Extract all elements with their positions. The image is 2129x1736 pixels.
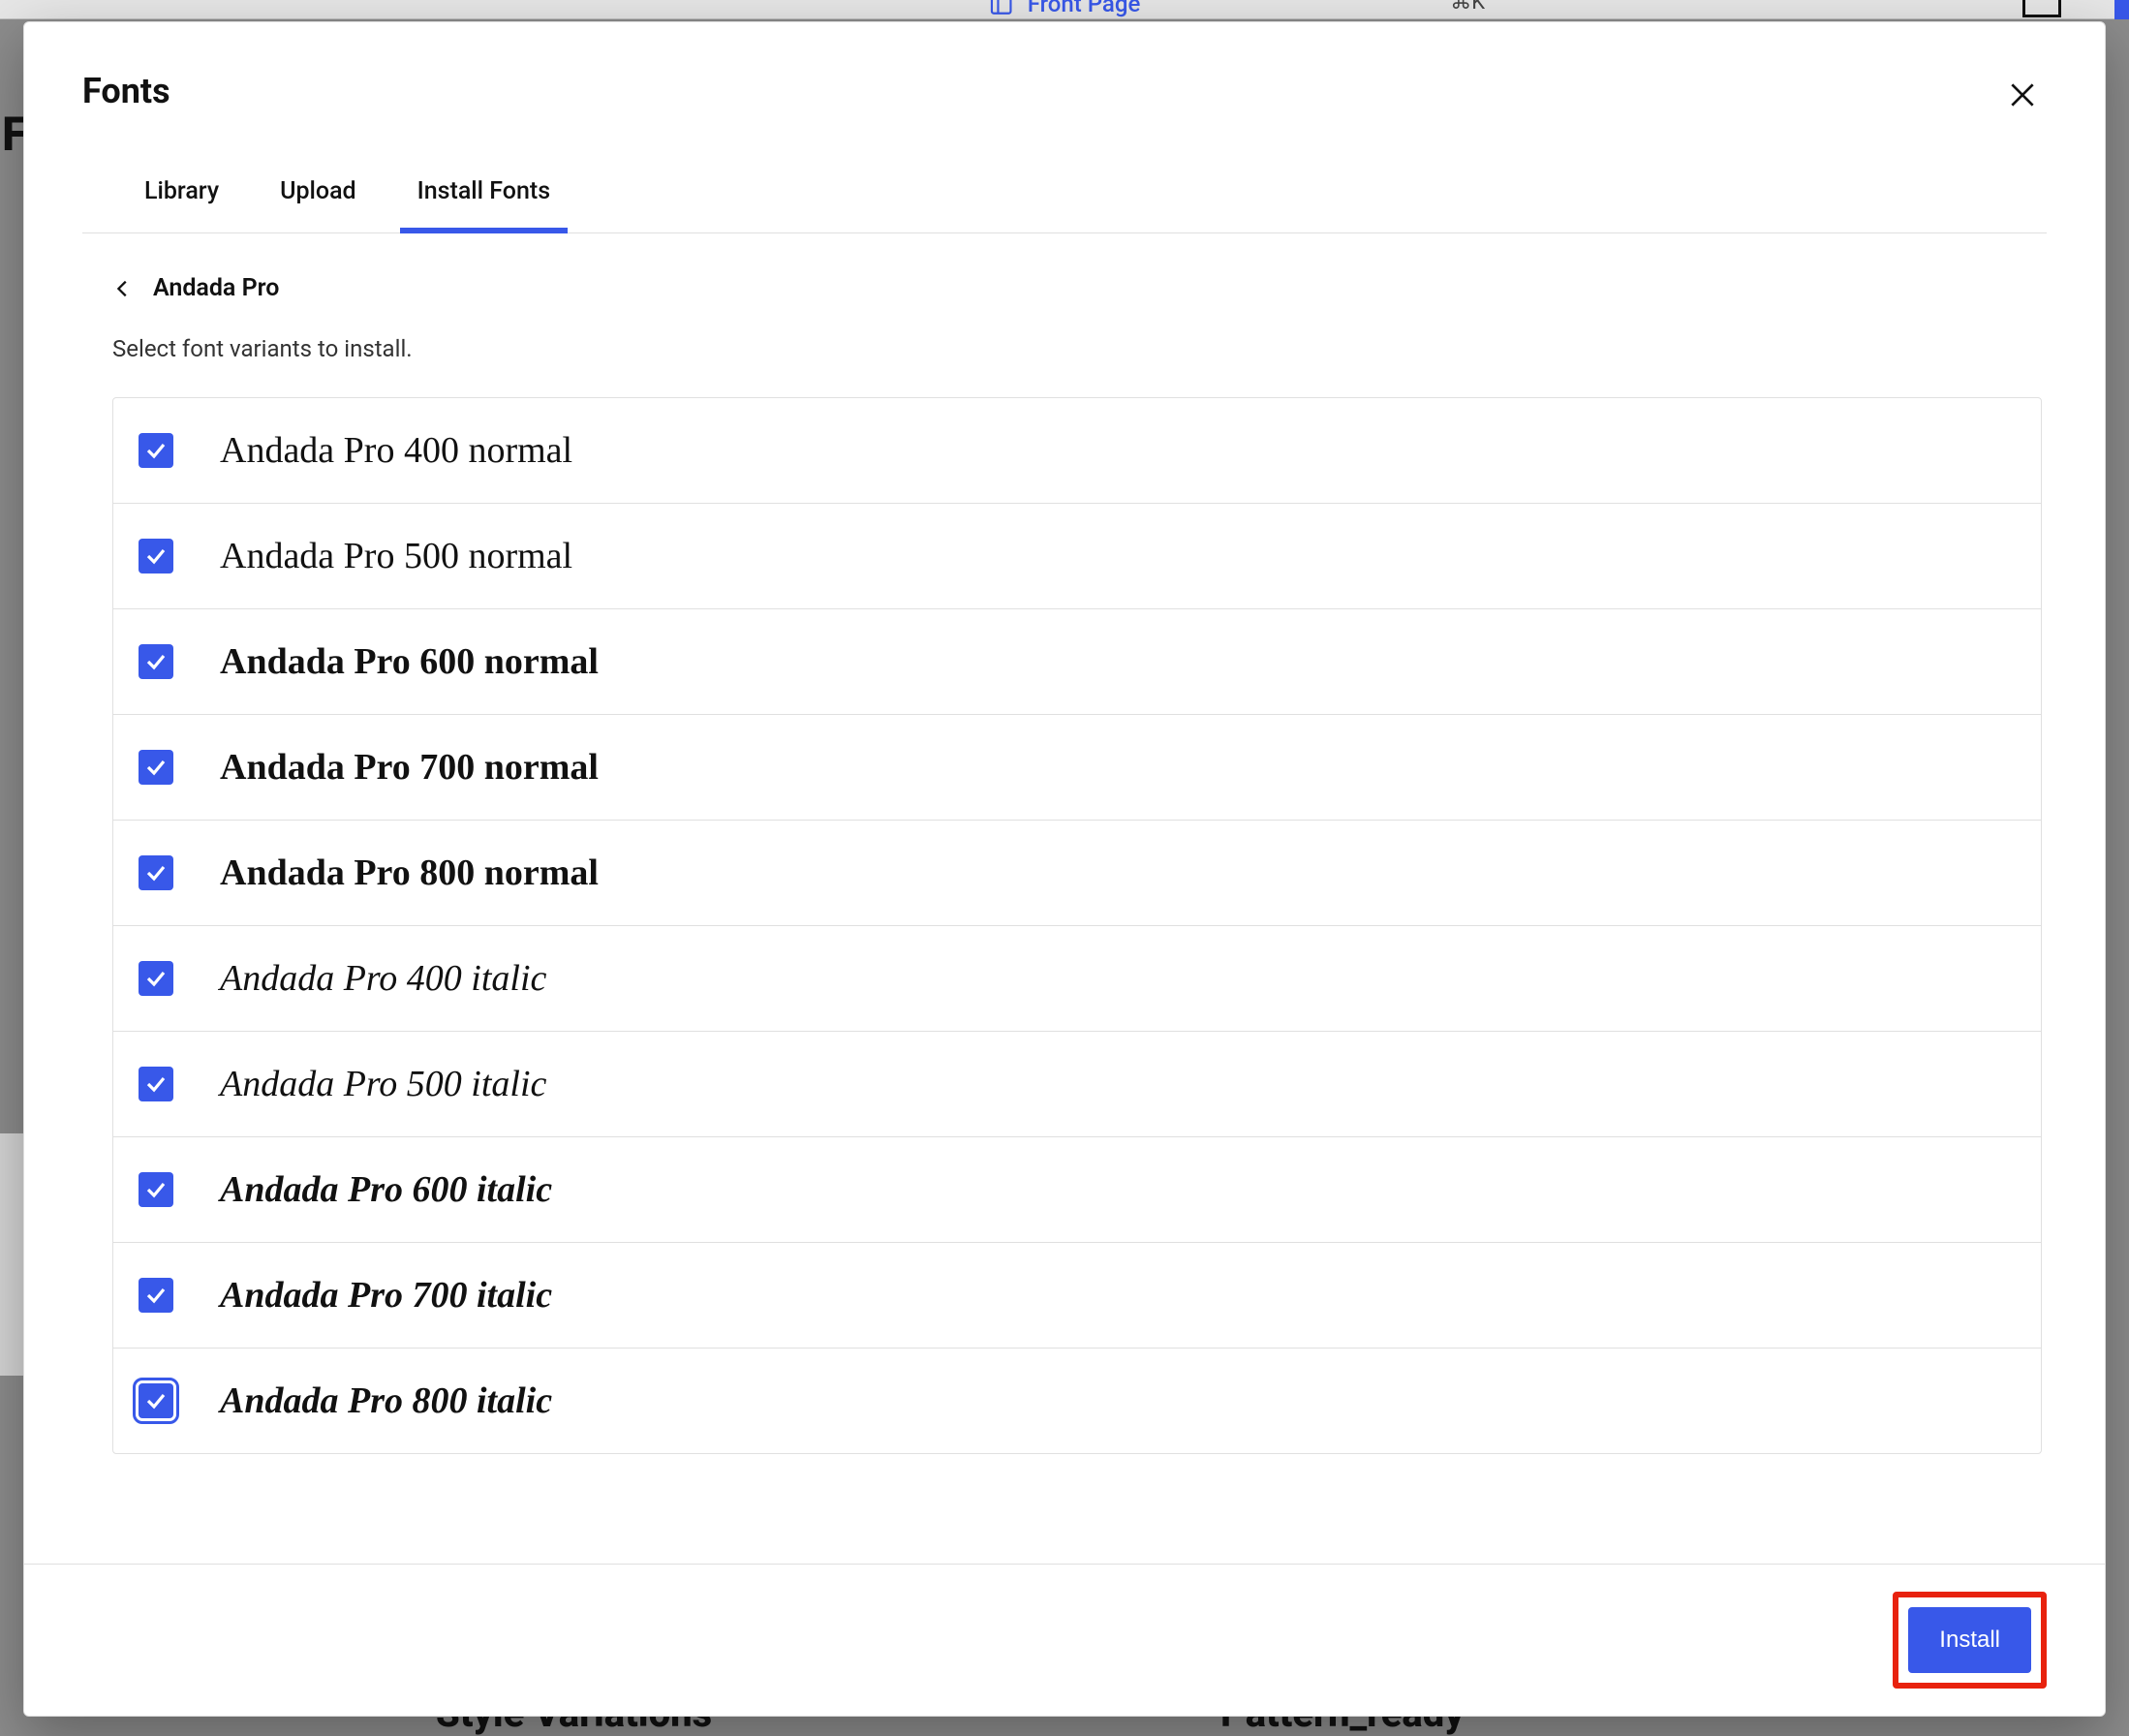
font-variant-row[interactable]: Andada Pro 400 normal <box>113 398 2041 504</box>
variant-label: Andada Pro 600 normal <box>220 640 599 683</box>
font-variant-row[interactable]: Andada Pro 500 normal <box>113 504 2041 609</box>
variant-label: Andada Pro 800 italic <box>220 1380 552 1422</box>
variant-checkbox[interactable] <box>139 433 173 468</box>
variant-checkbox[interactable] <box>139 750 173 785</box>
background-page-indicator: Front Page <box>989 0 1141 17</box>
fonts-modal: Fonts Library Upload Install Fonts Andad… <box>23 21 2106 1717</box>
modal-title: Fonts <box>82 71 2047 111</box>
check-icon <box>144 544 168 568</box>
background-page-label: Front Page <box>1028 0 1141 17</box>
check-icon <box>144 756 168 779</box>
check-icon <box>144 1178 168 1201</box>
font-variant-row[interactable]: Andada Pro 700 italic <box>113 1243 2041 1348</box>
background-accent-strip <box>2114 0 2129 19</box>
font-variant-list: Andada Pro 400 normal Andada Pro 500 norm… <box>112 397 2042 1454</box>
tab-bar: Library Upload Install Fonts <box>82 160 2047 233</box>
modal-footer: Install <box>24 1564 2105 1716</box>
install-button[interactable]: Install <box>1908 1607 2031 1673</box>
variant-label: Andada Pro 600 italic <box>220 1168 552 1211</box>
close-button[interactable] <box>1998 71 2047 119</box>
breadcrumb-label: Andada Pro <box>153 274 279 302</box>
breadcrumb[interactable]: Andada Pro <box>112 274 2042 302</box>
modal-header: Fonts Library Upload Install Fonts <box>24 22 2105 233</box>
check-icon <box>144 439 168 462</box>
variant-checkbox[interactable] <box>139 855 173 890</box>
variant-checkbox[interactable] <box>139 644 173 679</box>
check-icon <box>144 1284 168 1307</box>
variant-label: Andada Pro 800 normal <box>220 852 599 894</box>
check-icon <box>144 650 168 673</box>
variant-checkbox[interactable] <box>139 539 173 574</box>
variant-checkbox[interactable] <box>139 1383 173 1418</box>
tab-upload[interactable]: Upload <box>276 160 360 232</box>
variant-checkbox[interactable] <box>139 961 173 996</box>
instruction-text: Select font variants to install. <box>112 335 2042 362</box>
close-icon <box>2007 79 2038 110</box>
variant-checkbox[interactable] <box>139 1278 173 1313</box>
font-variant-row[interactable]: Andada Pro 800 normal <box>113 821 2041 926</box>
background-shortcut-hint: ⌘K <box>1450 0 1485 15</box>
tab-install-fonts[interactable]: Install Fonts <box>414 160 554 232</box>
font-variant-row[interactable]: Andada Pro 600 normal <box>113 609 2041 715</box>
check-icon <box>144 1389 168 1412</box>
install-button-highlight: Install <box>1893 1592 2047 1689</box>
check-icon <box>144 967 168 990</box>
variant-label: Andada Pro 500 normal <box>220 535 572 577</box>
variant-checkbox[interactable] <box>139 1172 173 1207</box>
font-variant-row[interactable]: Andada Pro 600 italic <box>113 1137 2041 1243</box>
background-left-strip <box>0 1133 23 1376</box>
variant-checkbox[interactable] <box>139 1067 173 1101</box>
variant-label: Andada Pro 700 italic <box>220 1274 552 1317</box>
background-viewport-icon <box>2022 0 2061 17</box>
modal-body: Andada Pro Select font variants to insta… <box>24 233 2105 1564</box>
font-variant-row[interactable]: Andada Pro 400 italic <box>113 926 2041 1032</box>
variant-label: Andada Pro 500 italic <box>220 1063 546 1105</box>
variant-label: Andada Pro 700 normal <box>220 746 599 789</box>
font-variant-row[interactable]: Andada Pro 800 italic <box>113 1348 2041 1453</box>
font-variant-row[interactable]: Andada Pro 500 italic <box>113 1032 2041 1137</box>
variant-label: Andada Pro 400 normal <box>220 429 572 472</box>
font-variant-row[interactable]: Andada Pro 700 normal <box>113 715 2041 821</box>
variant-label: Andada Pro 400 italic <box>220 957 546 1000</box>
check-icon <box>144 1072 168 1096</box>
chevron-left-icon <box>112 278 134 299</box>
check-icon <box>144 861 168 884</box>
tab-library[interactable]: Library <box>140 160 223 232</box>
